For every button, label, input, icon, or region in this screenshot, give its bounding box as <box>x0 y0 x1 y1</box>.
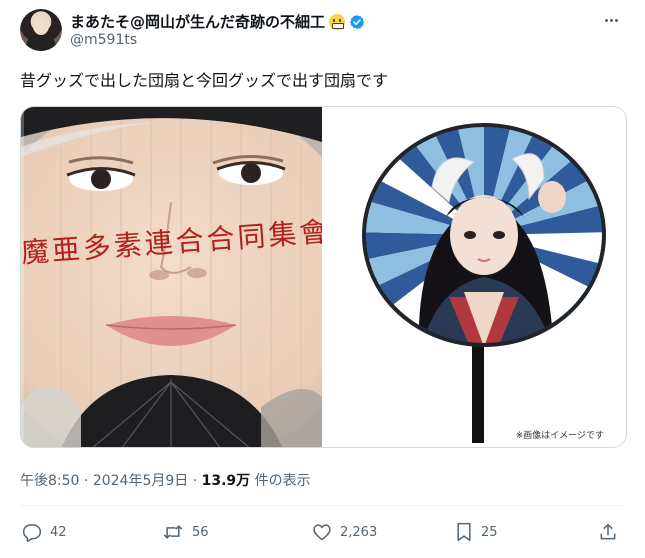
like-button[interactable]: 2,263 <box>312 522 377 542</box>
divider <box>20 505 625 506</box>
bookmark-count: 25 <box>481 524 498 540</box>
share-button[interactable] <box>598 522 618 546</box>
views-label: 件の表示 <box>254 473 311 489</box>
author-name-row: まあたそ@岡山が生んだ奇跡の不細工 <box>70 11 365 32</box>
heart-icon <box>313 524 331 541</box>
grimacing-face-icon <box>329 13 346 30</box>
reply-count: 42 <box>50 524 67 540</box>
tweet-card: まあたそ@岡山が生んだ奇跡の不細工 @m591ts 昔グッズで出した団扇と今回グ… <box>0 0 645 558</box>
share-icon <box>600 523 616 540</box>
reply-button[interactable]: 42 <box>22 522 67 542</box>
reply-icon <box>22 524 42 542</box>
media-photo-new-fan[interactable]: ※画像はイメージです <box>322 107 626 447</box>
meta-separator: · <box>83 473 89 489</box>
avatar-body <box>26 35 56 51</box>
image-caption: ※画像はイメージです <box>515 431 604 441</box>
author-handle[interactable]: @m591ts <box>70 32 137 48</box>
tweet-date[interactable]: 2024年5月9日 <box>93 473 188 489</box>
new-fan-illustration <box>362 123 606 443</box>
retweet-icon <box>163 525 183 539</box>
avatar[interactable] <box>20 9 62 51</box>
tweet-time[interactable]: 午後8:50 <box>20 473 79 489</box>
bookmark-button[interactable]: 25 <box>455 522 498 542</box>
meta-separator-2: · <box>192 473 198 489</box>
author-display-name[interactable]: まあたそ@岡山が生んだ奇跡の不細工 <box>70 11 325 32</box>
retweet-count: 56 <box>192 524 209 540</box>
old-fan-illustration: 魔亜多素連合合同集會 <box>21 107 322 447</box>
verified-badge-icon <box>350 14 365 29</box>
more-options-icon[interactable] <box>599 10 623 30</box>
action-bar: 42 56 2,263 25 <box>22 522 625 546</box>
like-count: 2,263 <box>340 524 378 540</box>
tweet-text: 昔グッズで出した団扇と今回グッズで出す団扇です <box>20 71 389 90</box>
avatar-face <box>33 17 49 35</box>
retweet-button[interactable]: 56 <box>162 522 209 542</box>
tweet-media[interactable]: 魔亜多素連合合同集會 ※画像はイメージです <box>20 106 627 448</box>
views-count: 13.9万 <box>201 473 251 489</box>
bookmark-icon <box>457 522 471 542</box>
media-photo-old-fan[interactable]: 魔亜多素連合合同集會 <box>21 107 322 447</box>
tweet-meta: 午後8:50 · 2024年5月9日 · 13.9万 件の表示 <box>20 470 311 490</box>
